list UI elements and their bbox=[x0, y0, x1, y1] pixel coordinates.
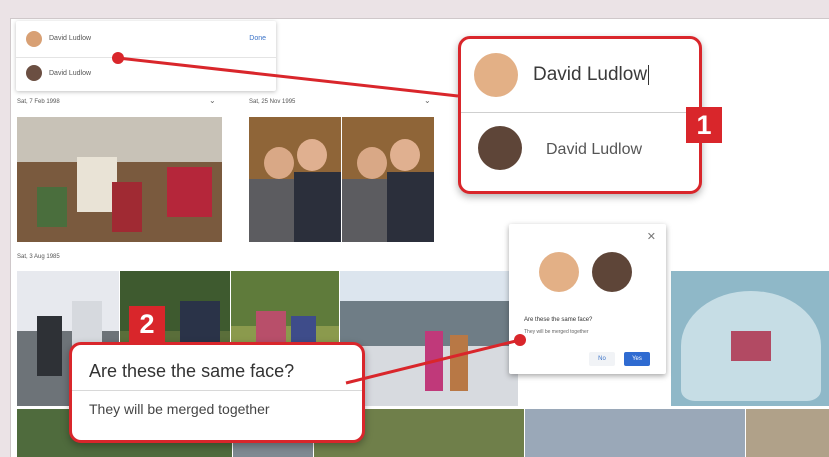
merge-subtext-zoomed: They will be merged together bbox=[89, 401, 270, 417]
avatar bbox=[474, 53, 518, 97]
avatar bbox=[592, 252, 632, 292]
step-badge: 2 bbox=[129, 306, 165, 342]
merge-faces-dialog: ✕ Are these the same face? They will be … bbox=[509, 224, 666, 374]
photo-thumbnail[interactable] bbox=[342, 117, 434, 242]
name-input-row[interactable]: David Ludlow Done bbox=[16, 21, 276, 58]
yes-button[interactable]: Yes bbox=[624, 352, 650, 366]
merge-question: Are these the same face? bbox=[524, 317, 593, 323]
photo-thumbnail[interactable] bbox=[746, 409, 829, 457]
zoom-callout-merge-question: Are these the same face? They will be me… bbox=[69, 342, 365, 443]
photo-thumbnail[interactable] bbox=[17, 117, 222, 242]
chevron-down-icon[interactable]: ⌄ bbox=[424, 96, 431, 105]
photos-app: Sat, 7 Feb 1998 ⌄ Sat, 25 Nov 1995 ⌄ Sat… bbox=[10, 18, 829, 457]
group-date-label: Sat, 7 Feb 1998 bbox=[17, 99, 60, 105]
name-editor-panel: David Ludlow Done David Ludlow bbox=[16, 21, 276, 91]
photo-thumbnail[interactable] bbox=[340, 271, 518, 406]
divider bbox=[461, 112, 699, 113]
group-date-label: Sat, 3 Aug 1985 bbox=[17, 254, 60, 260]
name-suggestion-zoomed: David Ludlow bbox=[546, 141, 643, 158]
close-icon[interactable]: ✕ bbox=[647, 230, 656, 243]
photo-thumbnail[interactable] bbox=[249, 117, 341, 242]
divider bbox=[72, 390, 362, 391]
group-date-label: Sat, 25 Nov 1995 bbox=[249, 99, 296, 105]
merge-subtext: They will be merged together bbox=[524, 329, 589, 335]
name-input[interactable]: David Ludlow bbox=[49, 35, 91, 42]
avatar bbox=[26, 31, 42, 47]
photo-thumbnail[interactable] bbox=[525, 409, 745, 457]
avatar bbox=[478, 126, 522, 170]
chevron-down-icon[interactable]: ⌄ bbox=[209, 96, 216, 105]
name-input-zoomed: David Ludlow bbox=[533, 64, 650, 85]
merge-question-zoomed: Are these the same face? bbox=[89, 361, 295, 381]
avatar bbox=[539, 252, 579, 292]
no-button[interactable]: No bbox=[589, 352, 615, 366]
step-badge: 1 bbox=[686, 107, 722, 143]
name-suggestion[interactable]: David Ludlow bbox=[49, 70, 91, 77]
done-button[interactable]: Done bbox=[249, 35, 266, 42]
zoom-callout-name-editor: David Ludlow David Ludlow bbox=[458, 36, 702, 194]
photo-thumbnail[interactable] bbox=[671, 271, 829, 406]
avatar bbox=[26, 65, 42, 81]
